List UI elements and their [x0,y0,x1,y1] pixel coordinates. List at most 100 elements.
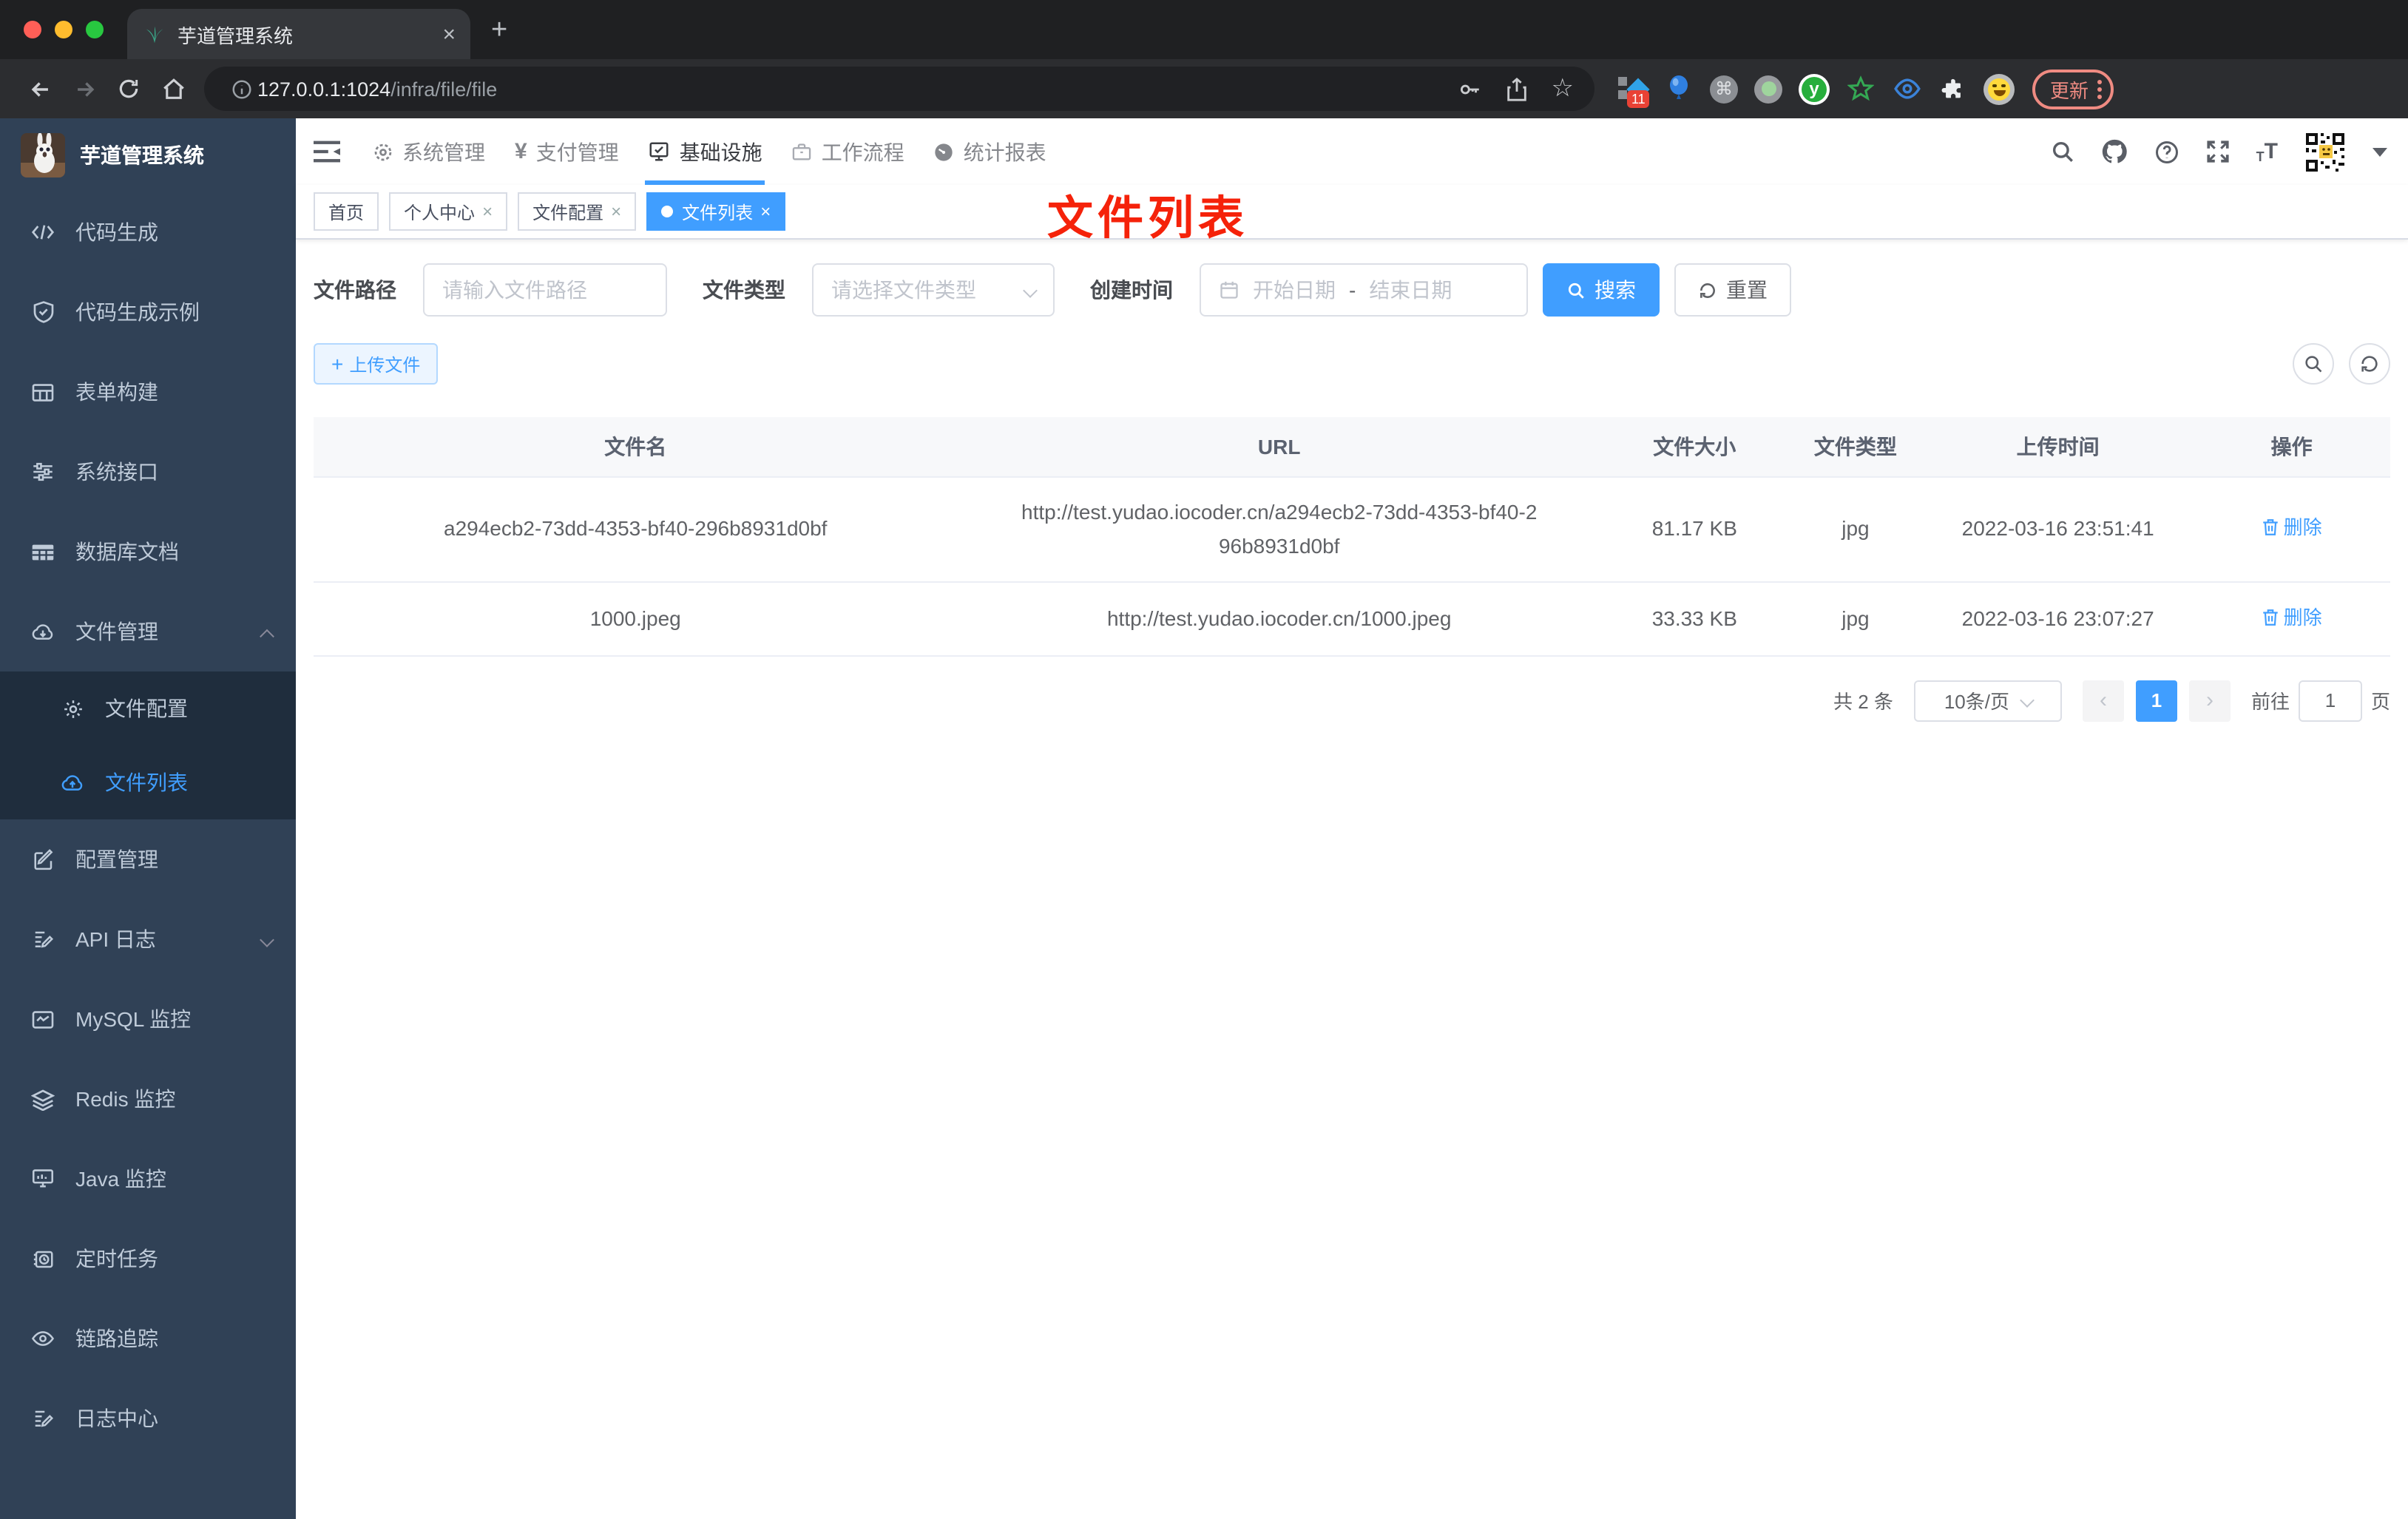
next-page-button[interactable] [2188,680,2231,721]
tag-close-icon[interactable] [760,201,771,222]
sidebar-logo-row[interactable]: 芋道管理系统 [0,118,296,192]
avatar-caret-icon[interactable] [2373,147,2387,156]
sidebar-item-file-config[interactable]: 文件配置 [0,671,296,745]
extension-star-icon[interactable] [1846,74,1876,104]
sidebar-item-mysql-monitor[interactable]: MySQL 监控 [0,979,296,1059]
search-icon [2305,356,2322,373]
extension-diamond-icon[interactable]: 11 [1618,74,1650,108]
tag-file-config[interactable]: 文件配置 [518,192,637,231]
cell-upload-time: 2022-03-16 23:51:41 [1923,476,2194,582]
extension-eye-icon[interactable] [1892,74,1921,104]
sidebar-item-file-list[interactable]: 文件列表 [0,745,296,819]
browser-update-button[interactable]: 更新 [2032,69,2114,109]
file-type-select[interactable]: 请选择文件类型 [812,263,1055,317]
nav-item-label: 工作流程 [821,140,904,163]
chart-box-icon [31,1007,55,1031]
nav-item-workflow[interactable]: 工作流程 [777,118,919,185]
tags-view-bar: 首页 个人中心 文件配置 文件列表 [296,185,2408,240]
sidebar-item-label: 配置管理 [75,848,158,871]
sidebar-submenu-file: 文件配置 文件列表 [0,671,296,819]
site-info-icon[interactable] [225,67,257,111]
sidebar-item-tracing[interactable]: 链路追踪 [0,1299,296,1378]
github-icon[interactable] [2101,138,2129,166]
extension-dot-icon[interactable] [1754,75,1782,103]
extension-y-icon[interactable] [1799,73,1830,104]
tag-close-icon[interactable] [611,201,621,222]
extension-command-icon[interactable] [1710,75,1738,103]
sidebar-item-form-builder[interactable]: 表单构建 [0,352,296,432]
extension-emoji-icon[interactable] [1983,73,2015,104]
new-tab-button[interactable] [491,15,507,47]
back-icon[interactable] [18,67,62,111]
extension-balloon-icon[interactable] [1664,74,1694,104]
tag-profile[interactable]: 个人中心 [389,192,508,231]
date-separator: - [1349,278,1356,302]
header-search-icon[interactable] [2051,139,2076,164]
tag-close-icon[interactable] [482,201,493,222]
browser-tab[interactable]: 芋道管理系统 [127,9,470,59]
upload-file-button[interactable]: 上传文件 [314,343,439,385]
browser-tabstrip: 芋道管理系统 [0,0,2408,59]
sidebar-item-label: 文件管理 [75,620,158,643]
goto-page-input[interactable] [2298,680,2362,721]
edit-square-icon [31,848,55,871]
sidebar-item-code-gen-example[interactable]: 代码生成示例 [0,272,296,352]
collapse-arrow-icon [260,628,274,643]
window-controls[interactable] [24,21,104,38]
nav-item-infrastructure[interactable]: 基础设施 [634,118,777,185]
fullscreen-icon[interactable] [2206,139,2231,164]
col-actions: 操作 [2193,417,2390,477]
close-window-button[interactable] [24,21,41,38]
bookmark-star-icon[interactable] [1552,74,1575,104]
help-icon[interactable] [2154,138,2181,165]
avatar[interactable] [2303,129,2347,174]
refresh-table-button[interactable] [2349,343,2390,385]
sidebar-item-db-doc[interactable]: 数据库文档 [0,512,296,592]
cell-file-type: jpg [1788,476,1924,582]
address-bar[interactable]: 127.0.0.1:1024/infra/file/file [204,67,1594,111]
text-size-icon[interactable] [2256,139,2278,164]
delete-button[interactable]: 删除 [2262,600,2322,634]
sidebar-item-code-gen[interactable]: 代码生成 [0,192,296,272]
passwords-key-icon[interactable] [1457,76,1482,101]
toggle-search-button[interactable] [2293,343,2334,385]
home-icon[interactable] [151,67,195,111]
sidebar-item-config-manage[interactable]: 配置管理 [0,819,296,899]
reload-icon[interactable] [106,67,151,111]
col-file-size: 文件大小 [1600,417,1788,477]
page-size-select[interactable]: 10条/页 [1913,680,2062,721]
current-page-button[interactable]: 1 [2135,680,2177,721]
nav-item-payment[interactable]: 支付管理 [500,118,634,185]
filter-form: 文件路径 文件类型 请选择文件类型 创建时间 开始日期 - 结束日期 [314,263,2390,317]
sidebar-toggle-icon[interactable] [314,141,340,163]
date-start-placeholder: 开始日期 [1253,278,1336,302]
sidebar-item-api-log[interactable]: API 日志 [0,899,296,979]
sidebar-item-log-center[interactable]: 日志中心 [0,1378,296,1458]
browser-menu-kebab-icon[interactable] [2097,79,2103,98]
zoom-window-button[interactable] [86,21,104,38]
tab-close-icon[interactable] [442,21,456,47]
sidebar-item-java-monitor[interactable]: Java 监控 [0,1139,296,1219]
sidebar-item-file-manage[interactable]: 文件管理 [0,592,296,671]
nav-item-system[interactable]: 系统管理 [358,118,500,185]
prev-page-button[interactable] [2082,680,2124,721]
tag-label: 文件配置 [532,202,604,223]
tag-home[interactable]: 首页 [314,192,379,231]
reset-button[interactable]: 重置 [1674,263,1791,317]
tag-label: 个人中心 [404,202,476,223]
delete-button[interactable]: 删除 [2262,510,2322,544]
extension-puzzle-icon[interactable] [1938,74,1967,104]
date-range-picker[interactable]: 开始日期 - 结束日期 [1200,263,1528,317]
nav-item-reports[interactable]: 统计报表 [919,118,1061,185]
sidebar-item-scheduled-task[interactable]: 定时任务 [0,1219,296,1299]
forward-icon[interactable] [62,67,106,111]
sidebar-item-system-api[interactable]: 系统接口 [0,432,296,512]
share-icon[interactable] [1506,76,1528,101]
search-button[interactable]: 搜索 [1543,263,1660,317]
tag-file-list[interactable]: 文件列表 [646,192,786,231]
minimize-window-button[interactable] [55,21,72,38]
file-path-input-field[interactable] [442,278,648,302]
file-path-input[interactable] [423,263,667,317]
sidebar-item-redis-monitor[interactable]: Redis 监控 [0,1059,296,1139]
create-time-label: 创建时间 [1090,278,1173,302]
